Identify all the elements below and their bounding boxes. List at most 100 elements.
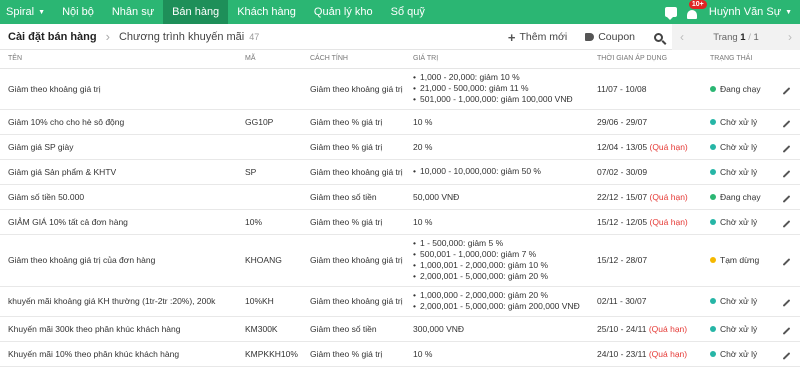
edit-button[interactable] — [782, 316, 800, 342]
table-header-row: TÊN MÃ CÁCH TÍNH GIÁ TRỊ THỜI GIAN ÁP DỤ… — [0, 50, 800, 69]
promo-name[interactable]: Giảm giá SP giày — [0, 134, 245, 160]
edit-button[interactable] — [782, 209, 800, 235]
pencil-icon — [782, 169, 791, 178]
col-header-value: GIÁ TRỊ — [413, 50, 597, 69]
chevron-down-icon: ▼ — [38, 8, 46, 16]
promo-code: GG10P — [245, 109, 310, 135]
nav-item-noi-bo[interactable]: Nội bộ — [53, 0, 103, 24]
pencil-icon — [782, 194, 791, 203]
promo-code — [245, 184, 310, 210]
promo-value: 10 % — [413, 109, 597, 135]
status-dot — [710, 325, 716, 332]
nav-item-quan-ly-kho[interactable]: Quản lý kho — [305, 0, 382, 24]
plus-icon: + — [507, 29, 516, 45]
status-badge: Chờ xử lý — [720, 166, 758, 177]
search-button[interactable] — [644, 24, 672, 50]
status-badge: Tạm dừng — [720, 255, 760, 265]
table-row[interactable]: Giảm 10% cho cho hè sô động GG10P Giảm the… — [0, 109, 800, 135]
time-range: 12/04 - 13/05 — [597, 141, 648, 152]
promo-status: Chờ xử lý — [710, 316, 782, 342]
edit-button[interactable] — [782, 109, 800, 135]
promo-name[interactable]: GIẢM GIÁ 10% tất cả đơn hàng — [0, 209, 245, 235]
edit-button[interactable] — [782, 184, 800, 210]
edit-button[interactable] — [782, 286, 800, 317]
promo-method: Giảm theo số tiền — [310, 184, 413, 210]
table-row[interactable]: Giảm giá SP giày Giảm theo % giá trị 20 % 1… — [0, 134, 800, 160]
user-menu[interactable]: Huỳnh Văn Sự ▼ — [709, 6, 792, 18]
table-row[interactable]: Giảm theo khoảng giá trị Giảm theo khoảng… — [0, 68, 800, 110]
table-row[interactable]: GIẢM GIÁ 10% tất cả đơn hàng 10% Giảm theo… — [0, 209, 800, 235]
promo-status: Chờ xử lý — [710, 159, 782, 185]
promo-code — [245, 68, 310, 110]
status-dot — [710, 143, 716, 150]
promo-name[interactable]: Giảm theo khoảng giá trị của đơn hàng — [0, 234, 245, 287]
promo-status: Chờ xử lý — [710, 134, 782, 160]
promo-value: 1 - 500,000: giảm 5 %500,001 - 1,000,000… — [413, 234, 597, 287]
add-new-button[interactable]: + Thêm mới — [499, 24, 576, 50]
promo-name[interactable]: Khuyến mãi 10% theo phân khúc khách hàng — [0, 341, 245, 367]
table-row[interactable]: Giảm số tiền 50.000 Giảm theo số tiền 50,0… — [0, 184, 800, 210]
promo-status: Tạm dừng — [710, 234, 782, 287]
nav-item-so-quy[interactable]: Sổ quỹ — [382, 0, 434, 24]
status-dot — [710, 298, 716, 304]
promo-name[interactable]: Giảm 10% cho cho hè sô động — [0, 109, 245, 135]
value-list: 1,000,000 - 2,000,000: giảm 20 %2,000,00… — [413, 290, 597, 312]
value-list: 1,000 - 20,000: giảm 10 %21,000 - 500,00… — [413, 72, 597, 105]
chat-icon[interactable] — [664, 7, 677, 20]
app-switcher[interactable]: Spiral ▼ — [0, 0, 53, 24]
table-row[interactable]: Giảm theo khoảng giá trị của đơn hàng KHO… — [0, 234, 800, 287]
col-header-name: TÊN — [0, 50, 245, 69]
value-text: 10 % — [413, 116, 433, 127]
promo-time: 02/11 - 30/07 — [597, 286, 710, 317]
pencil-icon — [782, 299, 791, 307]
promo-method: Giảm theo số tiền — [310, 316, 413, 342]
promo-name[interactable]: Giảm theo khoảng giá trị — [0, 68, 245, 110]
nav-item-ban-hang[interactable]: Bán hàng — [163, 0, 229, 24]
promo-time: 12/04 - 13/05 (Quá hạn) — [597, 134, 710, 160]
promo-name[interactable]: Giảm giá Sản phẩm & KHTV — [0, 159, 245, 185]
promo-name[interactable]: Khuyến mãi 300k theo phân khúc khách hàn… — [0, 316, 245, 342]
page-title: Chương trình khuyến mãi — [118, 30, 245, 43]
tag-icon — [585, 33, 595, 41]
value-range-item: 1 - 500,000: giảm 5 % — [413, 238, 597, 249]
breadcrumb-root[interactable]: Cài đặt bán hàng — [0, 31, 97, 43]
coupon-button[interactable]: Coupon — [576, 24, 644, 50]
search-icon — [653, 32, 663, 42]
table-row[interactable]: Giảm giá Sản phẩm & KHTV SP Giảm theo khoả… — [0, 159, 800, 185]
overdue-label: (Quá hạn) — [649, 216, 688, 227]
prev-page-icon[interactable]: ‹ — [680, 30, 684, 44]
edit-button[interactable] — [782, 159, 800, 185]
table-row[interactable]: Khuyến mãi 300k theo phân khúc khách hàn… — [0, 316, 800, 342]
promo-name[interactable]: khuyến mãi khoảng giá KH thường (1tr-2tr… — [0, 286, 245, 317]
promo-time: 25/10 - 24/11 (Quá hạn) — [597, 316, 710, 342]
notifications-button[interactable]: 10+ — [686, 0, 707, 19]
value-range-item: 500,001 - 1,000,000: giảm 7 % — [413, 249, 597, 260]
promo-time: 15/12 - 28/07 — [597, 234, 710, 287]
promo-time: 07/02 - 30/09 — [597, 159, 710, 185]
promo-time: 11/07 - 10/08 — [597, 68, 710, 110]
table-row[interactable]: Khuyến mãi 10% theo phân khúc khách hàng… — [0, 341, 800, 367]
time-range: 11/07 - 10/08 — [597, 83, 647, 94]
status-badge: Chờ xử lý — [720, 141, 758, 152]
table-row[interactable]: khuyến mãi khoảng giá KH thường (1tr-2tr… — [0, 286, 800, 317]
pencil-icon — [782, 219, 791, 228]
page-current[interactable]: 1 — [740, 32, 745, 43]
value-range-item: 2,000,001 - 5,000,000: giảm 200,000 VNĐ — [413, 301, 597, 312]
edit-button[interactable] — [782, 68, 800, 110]
promo-value: 10,000 - 10,000,000: giảm 50 % — [413, 159, 597, 185]
edit-button[interactable] — [782, 341, 800, 367]
pagination: ‹ Trang 1 / 1 › — [672, 24, 800, 50]
time-range: 29/06 - 29/07 — [597, 116, 648, 127]
promo-status: Chờ xử lý — [710, 286, 782, 317]
time-range: 02/11 - 30/07 — [597, 296, 647, 306]
promo-code: KMPKKH10% — [245, 341, 310, 367]
nav-item-nhan-su[interactable]: Nhân sự — [103, 0, 163, 24]
promo-name[interactable]: Giảm số tiền 50.000 — [0, 184, 245, 210]
edit-button[interactable] — [782, 234, 800, 287]
edit-button[interactable] — [782, 134, 800, 160]
next-page-icon[interactable]: › — [788, 30, 792, 44]
time-range: 07/02 - 30/09 — [597, 166, 648, 177]
nav-item-khach-hang[interactable]: Khách hàng — [228, 0, 305, 24]
value-text: 50,000 VNĐ — [413, 191, 460, 202]
value-list: 10,000 - 10,000,000: giảm 50 % — [413, 166, 597, 177]
